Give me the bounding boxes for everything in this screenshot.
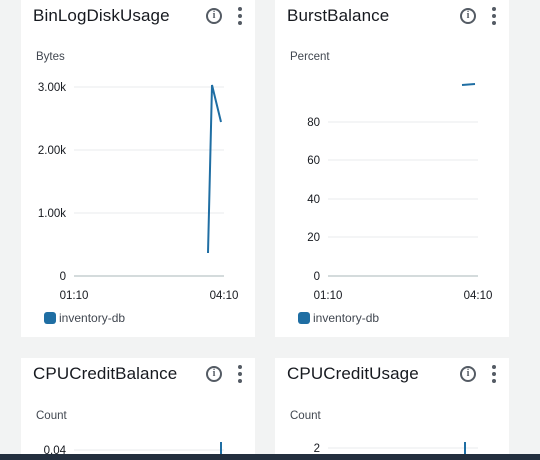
widget-cpucreditbalance: CPUCreditBalance i Count 0.04 xyxy=(21,358,255,460)
y-tick-label: 20 xyxy=(307,232,320,244)
y-tick-label: 2.00k xyxy=(38,145,66,157)
y-tick-label: 1.00k xyxy=(38,208,66,220)
chart-burstbalance: 80 60 40 20 0 01:10 04:10 xyxy=(307,83,493,302)
x-tick-label: 01:10 xyxy=(314,290,343,302)
y-tick-label: 0 xyxy=(60,271,66,283)
legend-swatch xyxy=(44,312,56,324)
chart-binlogdiskusage: 3.00k 2.00k 1.00k 0 01:10 04:10 xyxy=(38,82,239,302)
legend-swatch xyxy=(298,312,310,324)
y-tick-label: 40 xyxy=(307,194,320,206)
y-tick-label: 80 xyxy=(307,117,320,129)
legend-label: inventory-db xyxy=(313,311,380,325)
chart-cpucreditusage: 2 xyxy=(314,442,478,460)
x-tick-label: 01:10 xyxy=(60,290,89,302)
y-tick-label: 3.00k xyxy=(38,82,66,94)
legend-item[interactable]: inventory-db xyxy=(298,311,380,325)
legend-item[interactable]: inventory-db xyxy=(44,311,126,325)
legend-label: inventory-db xyxy=(59,311,126,325)
series-line-inventory-db xyxy=(207,84,222,254)
x-tick-label: 04:10 xyxy=(464,290,493,302)
widget-cpucreditusage: CPUCreditUsage i Count 2 xyxy=(275,358,509,460)
chart-cpucreditbalance: 0.04 xyxy=(44,442,224,460)
x-tick-label: 04:10 xyxy=(210,290,239,302)
series-line-inventory-db xyxy=(461,83,476,86)
widget-binlogdiskusage: BinLogDiskUsage i Bytes 3.00k 2.00k 1.00… xyxy=(21,0,255,337)
widget-burstbalance: BurstBalance i Percent 80 60 40 20 0 01:… xyxy=(275,0,509,337)
y-tick-label: 0 xyxy=(314,271,320,283)
bottom-bar xyxy=(0,454,540,460)
y-tick-label: 60 xyxy=(307,155,320,167)
